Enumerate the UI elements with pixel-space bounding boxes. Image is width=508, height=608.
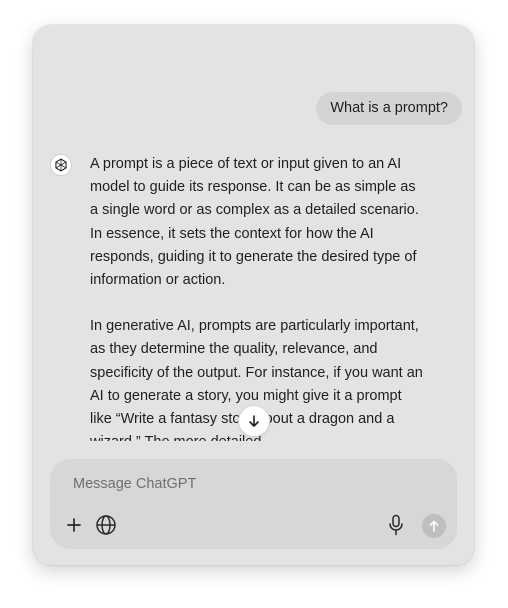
message-input[interactable] — [73, 476, 433, 492]
arrow-down-icon — [249, 415, 259, 427]
send-button[interactable] — [422, 514, 446, 538]
chatgpt-logo-icon — [50, 154, 72, 176]
arrow-up-icon — [429, 520, 439, 532]
microphone-icon — [389, 514, 403, 536]
plus-icon — [67, 518, 81, 532]
voice-input-button[interactable] — [386, 513, 406, 537]
user-message-text: What is a prompt? — [330, 100, 448, 116]
message-composer — [50, 459, 457, 549]
search-web-button[interactable] — [95, 514, 117, 536]
scroll-to-bottom-button[interactable] — [238, 405, 270, 437]
attach-button[interactable] — [64, 515, 84, 535]
globe-icon — [96, 515, 116, 535]
assistant-message: A prompt is a piece of text or input giv… — [90, 153, 425, 441]
assistant-paragraph: A prompt is a piece of text or input giv… — [90, 156, 419, 289]
chat-window: What is a prompt? A prompt is a piece of… — [33, 25, 474, 565]
user-message-bubble: What is a prompt? — [316, 92, 462, 125]
